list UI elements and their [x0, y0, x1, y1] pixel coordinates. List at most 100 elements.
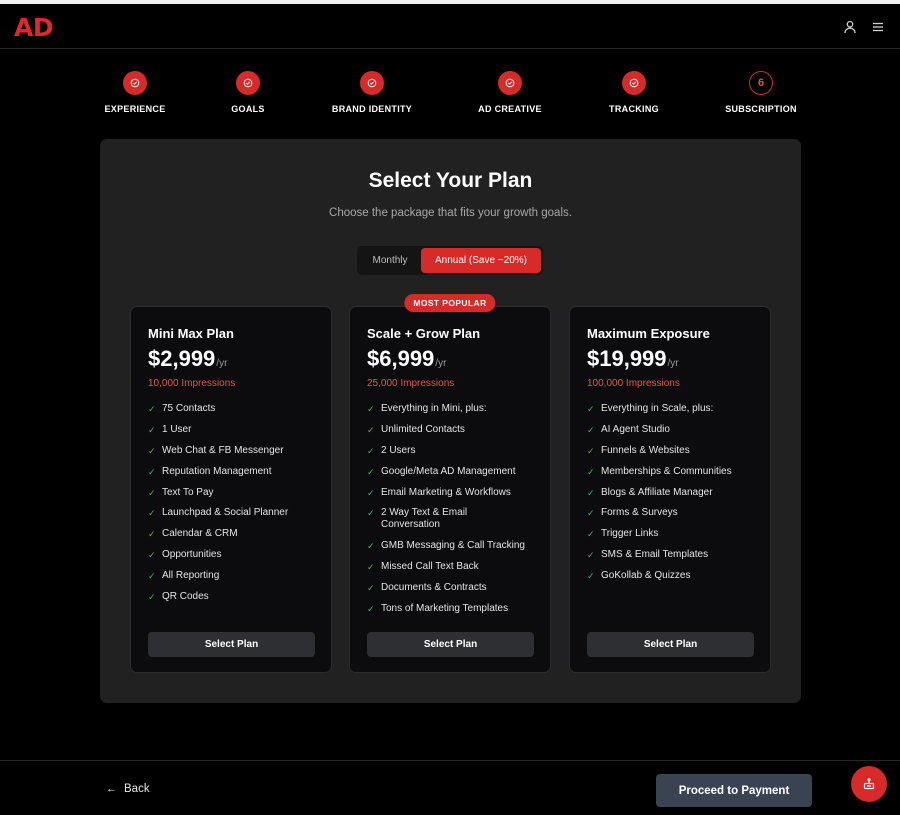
price-value: $19,999	[587, 346, 667, 371]
logo[interactable]: AD	[14, 13, 54, 42]
feature-text: Opportunities	[162, 549, 222, 561]
feature-item: ✓ Launchpad & Social Planner	[148, 507, 323, 519]
check-icon: ✓	[367, 424, 375, 435]
plan-name: Mini Max Plan	[148, 326, 234, 341]
check-icon: ✓	[367, 404, 375, 414]
feature-text: Web Chat & FB Messenger	[162, 444, 284, 456]
step-subscription[interactable]: 6 SUBSCRIPTION	[701, 71, 821, 114]
feature-item: ✓ 1 User	[148, 424, 323, 436]
feature-item: ✓ GoKollab & Quizzes	[587, 570, 762, 582]
check-icon: ✓	[367, 445, 375, 456]
step-complete-icon	[236, 71, 260, 95]
step-goals[interactable]: GOALS	[188, 71, 308, 114]
check-icon: ✓	[367, 583, 375, 594]
plan-name: Maximum Exposure	[587, 326, 710, 341]
plan-price: $2,999/yr	[148, 346, 227, 372]
step-label: BRAND IDENTITY	[331, 104, 413, 114]
plan-card-maximum-exposure: Maximum Exposure $19,999/yr 100,000 Impr…	[569, 306, 771, 673]
feature-item: ✓ Reputation Management	[148, 466, 323, 478]
feature-list: ✓ Everything in Mini, plus: ✓ Unlimited Co…	[367, 403, 542, 624]
step-label: TRACKING	[609, 104, 659, 114]
check-icon: ✓	[587, 508, 595, 519]
check-icon: ✓	[367, 466, 375, 477]
feature-text: 2 Users	[381, 444, 416, 456]
user-icon[interactable]	[842, 19, 858, 35]
page-subtitle: Choose the package that fits your growth…	[329, 207, 572, 219]
check-icon: ✓	[148, 445, 156, 456]
feature-item: ✓ Email Marketing & Workflows	[367, 487, 542, 499]
price-period: /yr	[216, 358, 228, 369]
step-number: 6	[749, 71, 773, 95]
feature-item: ✓ Funnels & Websites	[587, 445, 762, 457]
select-plan-button[interactable]: Select Plan	[587, 632, 754, 657]
feature-item: ✓ Everything in Scale, plus:	[587, 403, 762, 415]
toggle-monthly[interactable]: Monthly	[359, 248, 421, 273]
step-brand-identity[interactable]: BRAND IDENTITY	[312, 71, 432, 114]
feature-item: ✓ Opportunities	[148, 549, 323, 561]
feature-item: ✓ Missed Call Text Back	[367, 561, 542, 573]
check-icon: ✓	[587, 424, 595, 435]
header: AD	[0, 4, 900, 49]
feature-text: Unlimited Contacts	[381, 423, 465, 435]
step-complete-icon	[498, 71, 522, 95]
back-button[interactable]: ← Back	[106, 783, 150, 795]
feature-text: Trigger Links	[601, 528, 659, 540]
menu-icon[interactable]	[870, 19, 886, 35]
check-icon: ✓	[587, 571, 595, 582]
feature-item: ✓ 2 Users	[367, 445, 542, 457]
plan-impressions: 25,000 Impressions	[367, 378, 455, 389]
step-label: EXPERIENCE	[104, 104, 166, 114]
price-period: /yr	[435, 358, 447, 369]
feature-text: Text To Pay	[162, 486, 214, 498]
support-icon[interactable]	[851, 766, 887, 802]
feature-text: SMS & Email Templates	[601, 549, 709, 561]
feature-list: ✓ 75 Contacts ✓ 1 User ✓ Web Chat & FB Mess…	[148, 403, 323, 612]
step-tracking[interactable]: TRACKING	[574, 71, 694, 114]
select-plan-button[interactable]: Select Plan	[367, 632, 534, 657]
select-plan-button[interactable]: Select Plan	[148, 632, 315, 657]
check-icon: ✓	[367, 604, 375, 615]
step-experience[interactable]: EXPERIENCE	[75, 71, 195, 114]
check-icon: ✓	[587, 550, 595, 561]
arrow-left-icon: ←	[106, 783, 117, 795]
feature-item: ✓ Memberships & Communities	[587, 466, 762, 478]
feature-item: ✓ Blogs & Affiliate Manager	[587, 487, 762, 499]
check-icon: ✓	[587, 487, 595, 498]
feature-item: ✓ Tons of Marketing Templates	[367, 603, 542, 615]
feature-text: Missed Call Text Back	[381, 561, 479, 573]
feature-item: ✓ Everything in Mini, plus:	[367, 403, 542, 415]
feature-text: GoKollab & Quizzes	[601, 570, 691, 582]
feature-text: 1 User	[162, 423, 192, 435]
feature-item: ✓ QR Codes	[148, 591, 323, 603]
feature-text: Forms & Surveys	[601, 507, 678, 519]
billing-toggle: Monthly Annual (Save ~20%)	[357, 246, 543, 275]
step-label: SUBSCRIPTION	[725, 104, 797, 114]
check-icon: ✓	[587, 404, 595, 414]
plan-impressions: 10,000 Impressions	[148, 378, 236, 389]
plan-price: $19,999/yr	[587, 346, 679, 372]
feature-text: AI Agent Studio	[601, 423, 670, 435]
check-icon: ✓	[587, 466, 595, 477]
feature-text: QR Codes	[162, 591, 209, 603]
feature-text: Blogs & Affiliate Manager	[601, 486, 713, 498]
feature-item: ✓ Documents & Contracts	[367, 582, 542, 594]
check-icon: ✓	[148, 508, 156, 519]
feature-item: ✓ Unlimited Contacts	[367, 424, 542, 436]
proceed-to-payment-button[interactable]: Proceed to Payment	[656, 774, 812, 807]
check-icon: ✓	[367, 541, 375, 552]
plan-selection-panel: Select Your Plan Choose the package that…	[100, 139, 801, 703]
page-title: Select Your Plan	[368, 169, 533, 192]
plan-impressions: 100,000 Impressions	[587, 378, 680, 389]
check-icon: ✓	[587, 529, 595, 540]
feature-item: ✓ Web Chat & FB Messenger	[148, 445, 323, 457]
check-icon: ✓	[587, 445, 595, 456]
feature-text: Memberships & Communities	[601, 465, 732, 477]
step-ad-creative[interactable]: AD CREATIVE	[450, 71, 570, 114]
feature-text: Documents & Contracts	[381, 582, 487, 594]
step-complete-icon	[123, 71, 147, 95]
price-value: $6,999	[367, 346, 435, 371]
toggle-annual[interactable]: Annual (Save ~20%)	[421, 248, 541, 273]
back-label: Back	[124, 783, 150, 795]
plan-card-mini-max: Mini Max Plan $2,999/yr 10,000 Impressio…	[130, 306, 332, 673]
check-icon: ✓	[367, 508, 375, 519]
